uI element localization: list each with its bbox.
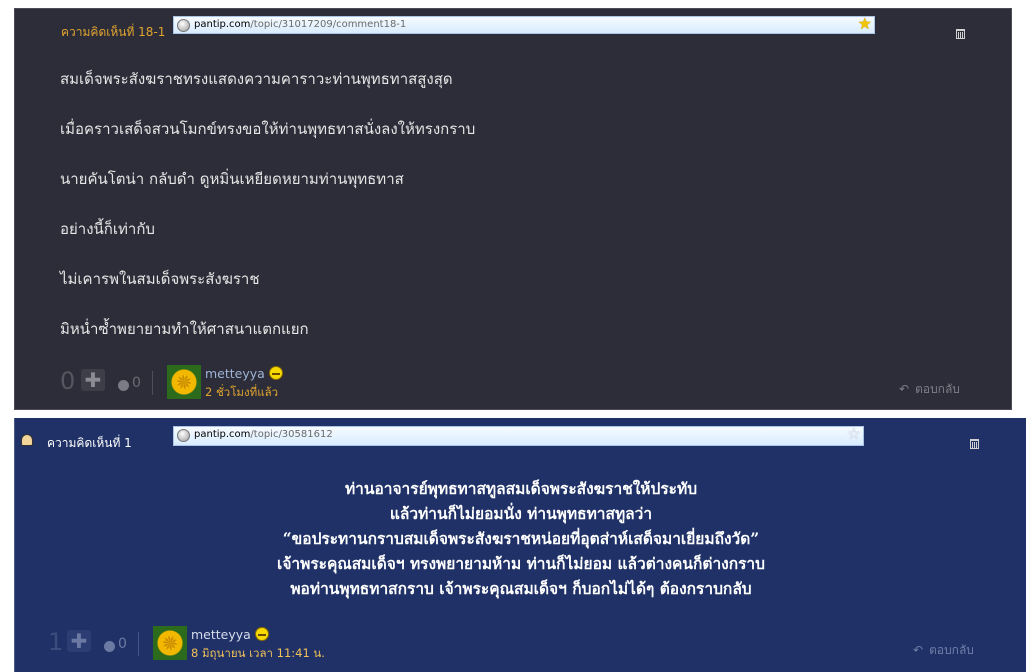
profile-icon (21, 434, 33, 446)
body-line: เจ้าพระคุณสมเด็จฯ ทรงพยายามห้าม ท่านก็ไม… (277, 554, 765, 573)
username-link[interactable]: metteyya (205, 366, 283, 381)
body-line: นายคันโตน่า กลับดำ ดูหมิ่นเหยียดหยามท่าน… (60, 170, 404, 188)
body-line: มิหน่ำซ้ำพยายามทำให้ศาสนาแตกแยก (60, 320, 309, 338)
plus-icon[interactable]: ✚ (67, 630, 91, 652)
body-line: ไม่เคารพในสมเด็จพระสังฆราช (60, 270, 260, 288)
url-domain: pantip.com (194, 429, 251, 440)
avatar[interactable] (153, 626, 187, 660)
emotion-count: 0 (118, 636, 127, 652)
smiley-icon (268, 366, 283, 380)
url-path: /topic/30581612 (250, 429, 333, 440)
body-line: พอท่านพุทธทาสกราบ เจ้าพระคุณสมเด็จฯ ก็บอ… (290, 579, 752, 598)
comment-label: ความคิดเห็นที่ 1 (47, 436, 132, 450)
timestamp: 8 มิถุนายน เวลา 11:41 น. (191, 646, 325, 660)
reply-label: ตอบกลับ (929, 643, 974, 657)
reply-button[interactable]: ↶ ตอบกลับ (899, 380, 960, 399)
emotion-icon (104, 641, 115, 652)
plus-icon[interactable]: ✚ (81, 369, 105, 391)
body-line: อย่างนี้ก็เท่ากับ (60, 220, 155, 238)
body-line: เมื่อคราวเสด็จสวนโมกข์ทรงขอให้ท่านพุทธทา… (60, 120, 476, 138)
username-text: metteyya (191, 627, 251, 642)
comment-body: ท่านอาจารย์พุทธทาสทูลสมเด็จพระสังฆราชให้… (15, 476, 1026, 601)
timestamp: 2 ชั่วโมงที่แล้ว (205, 385, 279, 399)
reply-icon: ↶ (913, 643, 924, 657)
body-line: สมเด็จพระสังฆราชทรงแสดงความคาราวะท่านพุท… (60, 70, 453, 88)
comment-label: ความคิดเห็นที่ 18-1 (61, 25, 166, 39)
username-text: metteyya (205, 366, 265, 381)
reply-button[interactable]: ↶ ตอบกลับ (913, 641, 974, 660)
comment-card: ความคิดเห็นที่ 1 pantip.com/topic/305816… (14, 418, 1026, 672)
username-link[interactable]: metteyya (191, 627, 269, 642)
url-bar[interactable]: pantip.com/topic/30581612 ☆ (173, 425, 864, 446)
trash-icon[interactable] (956, 29, 965, 39)
reply-icon: ↶ (899, 382, 910, 396)
vote-score: 1 (48, 628, 64, 656)
url-domain: pantip.com (194, 19, 251, 30)
body-line: “ขอประทานกราบสมเด็จพระสังฆราชหน่อยที่อุต… (282, 529, 760, 548)
url-bar[interactable]: pantip.com/topic/31017209/comment18-1 ★ (173, 15, 875, 34)
divider (138, 632, 139, 656)
globe-icon (177, 429, 190, 442)
smiley-icon (254, 627, 269, 641)
body-line: ท่านอาจารย์พุทธทาสทูลสมเด็จพระสังฆราชให้… (344, 479, 698, 498)
comment-card: ความคิดเห็นที่ 18-1 pantip.com/topic/310… (14, 8, 1012, 410)
reply-label: ตอบกลับ (915, 382, 960, 396)
body-line: แล้วท่านก็ไม่ยอมนั่ง ท่านพุทธทาสทูลว่า (389, 504, 653, 523)
trash-icon[interactable] (970, 439, 979, 449)
star-icon[interactable]: ★ (858, 15, 872, 33)
divider (152, 371, 153, 395)
globe-icon (177, 19, 190, 32)
star-icon[interactable]: ☆ (847, 425, 861, 443)
vote-score: 0 (60, 367, 76, 395)
emotion-count: 0 (132, 375, 141, 391)
emotion-icon (118, 380, 129, 391)
url-path: /topic/31017209/comment18-1 (250, 19, 407, 30)
avatar[interactable] (167, 365, 201, 399)
